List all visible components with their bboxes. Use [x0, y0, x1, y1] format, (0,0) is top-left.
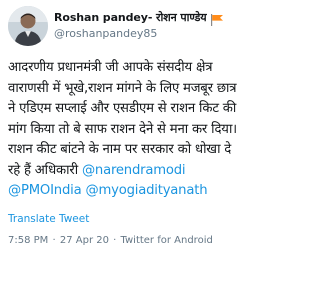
flag-icon [210, 11, 224, 26]
translate-tweet-link[interactable]: Translate Tweet [8, 213, 242, 225]
tweet-text: आदरणीय प्रधानमंत्री जी आपके संसदीय क्षेत… [8, 58, 242, 202]
tweet-meta: 7:58 PM · 27 Apr 20 · Twitter for Androi… [8, 235, 242, 246]
avatar[interactable] [8, 6, 48, 46]
mention-myogiadityanath[interactable]: @myogiadityanath [85, 183, 207, 198]
tweet-body: आदरणीय प्रधानमंत्री जी आपके संसदीय क्षेत… [8, 60, 237, 178]
tweet-header: Roshan pandey- रोशन पाण्डेय @roshanpande… [8, 6, 242, 48]
meta-separator: · [52, 234, 56, 246]
tweet-source[interactable]: Twitter for Android [121, 235, 213, 246]
display-name[interactable]: Roshan pandey- रोशन पाण्डेय [54, 10, 207, 25]
tweet-time: 7:58 PM [8, 234, 49, 246]
mention-pmoindia[interactable]: @PMOIndia [8, 183, 82, 198]
tweet-date[interactable]: 27 Apr 20 [60, 235, 109, 246]
user-names: Roshan pandey- रोशन पाण्डेय @roshanpande… [54, 9, 242, 40]
tweet: Roshan pandey- रोशन पाण्डेय @roshanpande… [0, 0, 250, 284]
avatar-image [8, 6, 48, 46]
mention-narendramodi[interactable]: @narendramodi [82, 163, 186, 178]
meta-separator: · [113, 234, 117, 246]
user-handle[interactable]: @roshanpandey85 [54, 27, 242, 40]
display-name-row: Roshan pandey- रोशन पाण्डेय [54, 9, 242, 26]
